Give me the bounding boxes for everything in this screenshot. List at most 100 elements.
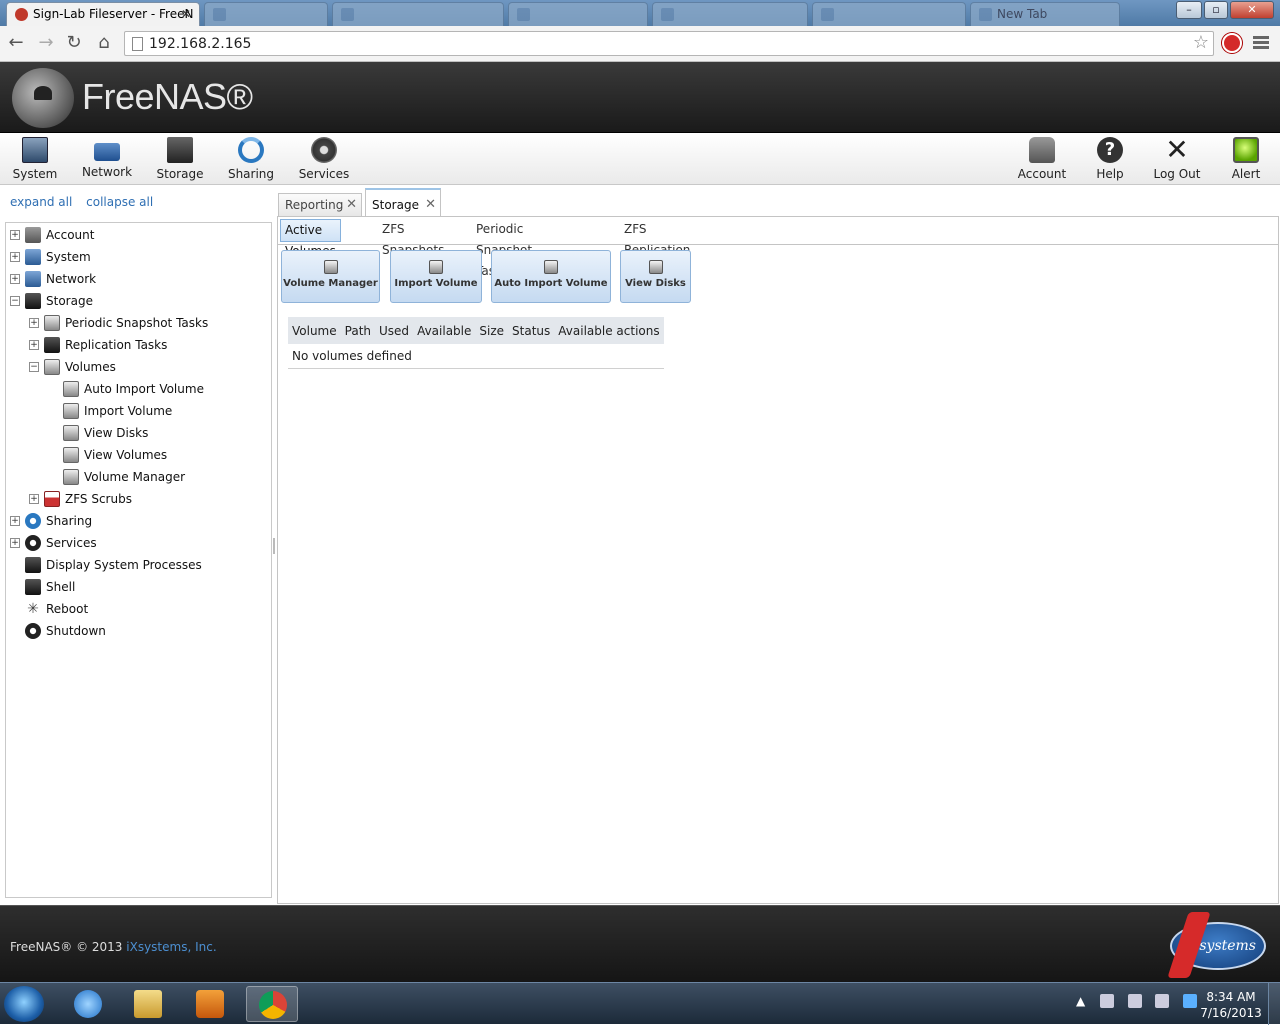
help-icon: ?	[1097, 137, 1123, 163]
expand-icon[interactable]: +	[29, 318, 39, 328]
nav-logout-button[interactable]: ✕ Log Out	[1150, 136, 1204, 183]
column-header[interactable]: Size	[475, 317, 509, 344]
system-icon	[22, 137, 48, 163]
reload-icon[interactable]: ↻	[62, 32, 86, 56]
nav-system-button[interactable]: System	[10, 137, 60, 183]
import-volume-button[interactable]: Import Volume	[390, 250, 482, 303]
home-icon[interactable]: ⌂	[92, 32, 116, 56]
tab-storage[interactable]: Storage ✕	[365, 188, 441, 217]
minimize-window-button[interactable]: –	[1176, 1, 1202, 19]
network-icon	[25, 271, 41, 287]
volume-manager-button[interactable]: Volume Manager	[281, 250, 380, 303]
page-favicon-icon	[213, 8, 226, 21]
address-bar[interactable]: ☆	[124, 31, 1214, 56]
view-disks-button[interactable]: View Disks	[620, 250, 691, 303]
taskbar-explorer[interactable]	[122, 986, 174, 1022]
browser-tab-title: Sign-Lab Fileserver - FreeN	[33, 7, 194, 21]
collapse-all-link[interactable]: collapse all	[86, 195, 153, 209]
expand-icon[interactable]: +	[29, 340, 39, 350]
action-center-flag-icon[interactable]	[1099, 993, 1114, 1008]
column-header[interactable]: Available	[413, 317, 476, 344]
taskbar-ie[interactable]	[62, 986, 114, 1022]
close-window-button[interactable]: ✕	[1230, 1, 1274, 19]
subtab-zfs-snapshots[interactable]: ZFS Snapshots	[378, 219, 448, 257]
tree-controls: expand all collapse all	[10, 195, 163, 209]
show-desktop-button[interactable]	[1268, 983, 1280, 1025]
close-tab-icon[interactable]: ✕	[181, 3, 191, 25]
expand-icon[interactable]: +	[10, 252, 20, 262]
taskbar-media-player[interactable]	[184, 986, 236, 1022]
network-tray-icon[interactable]	[1127, 993, 1142, 1008]
column-header[interactable]: Available actions	[554, 317, 664, 344]
subtab-periodic-snapshot-tasks[interactable]: Periodic Snapshot Tasks	[472, 219, 536, 278]
sharing-icon	[25, 513, 41, 529]
auto-import-volume-button[interactable]: Auto Import Volume	[491, 250, 611, 303]
account-icon	[1029, 137, 1055, 163]
browser-tab[interactable]	[812, 2, 966, 26]
media-player-icon	[196, 990, 224, 1018]
nav-account-button[interactable]: Account	[1014, 137, 1070, 183]
maximize-window-button[interactable]: ▫	[1204, 1, 1228, 19]
close-tab-icon[interactable]: ✕	[346, 194, 357, 216]
forward-icon[interactable]: →	[34, 32, 58, 56]
back-icon[interactable]: ←	[4, 32, 28, 56]
column-header[interactable]: Used	[375, 317, 414, 344]
replication-icon	[44, 337, 60, 353]
shutdown-power-icon	[25, 623, 41, 639]
view-disks-icon	[63, 425, 79, 441]
browser-tab[interactable]	[204, 2, 328, 26]
page-icon	[132, 37, 143, 51]
subtab-active-volumes[interactable]: Active Volumes	[280, 219, 341, 258]
calendar-icon	[44, 491, 60, 507]
expand-all-link[interactable]: expand all	[10, 195, 72, 209]
auto-import-icon	[63, 381, 79, 397]
volume-speaker-icon[interactable]	[1155, 993, 1170, 1008]
navigation-tree: + Account + System + Network − Storage +…	[5, 222, 272, 898]
expand-icon[interactable]: +	[10, 230, 20, 240]
panel-splitter-handle[interactable]	[273, 538, 275, 554]
collapse-icon[interactable]: −	[29, 362, 39, 372]
taskbar-chrome[interactable]	[246, 986, 298, 1022]
expand-icon[interactable]: +	[10, 538, 20, 548]
browser-tab[interactable]	[508, 2, 648, 26]
expand-icon[interactable]: +	[29, 494, 39, 504]
expand-icon[interactable]: +	[10, 274, 20, 284]
taskbar-clock[interactable]: 8:34 AM 7/16/2013	[1196, 989, 1266, 1021]
start-button-icon[interactable]	[4, 986, 44, 1022]
show-hidden-icons-icon[interactable]: ▲	[1076, 994, 1086, 1008]
nav-services-button[interactable]: Services	[296, 137, 352, 183]
tab-reporting[interactable]: Reporting ✕	[278, 193, 362, 217]
browser-tab-active[interactable]: Sign-Lab Fileserver - FreeN ✕	[6, 2, 200, 26]
extension-icon[interactable]	[1222, 33, 1242, 53]
volumes-table: Volume Path Used Available Size Status A…	[288, 317, 664, 369]
ixsystems-link[interactable]: iXsystems, Inc.	[126, 940, 216, 954]
freenas-nav-bar: System Network Storage Sharing Services …	[0, 133, 1280, 185]
browser-tab-new[interactable]: New Tab	[970, 2, 1120, 26]
browser-tab-strip: Sign-Lab Fileserver - FreeN ✕ New Tab – …	[0, 0, 1280, 26]
freenas-favicon-icon	[15, 8, 28, 21]
column-header[interactable]: Status	[508, 317, 555, 344]
page-favicon-icon	[517, 8, 530, 21]
clock-time: 8:34 AM	[1206, 990, 1256, 1004]
browser-tab[interactable]	[332, 2, 504, 26]
url-input[interactable]	[149, 34, 1179, 53]
browser-menu-icon[interactable]	[1253, 34, 1269, 52]
snapshot-clock-icon	[44, 315, 60, 331]
nav-help-button[interactable]: ? Help	[1092, 137, 1128, 183]
table-row: No volumes defined	[288, 344, 664, 369]
nav-storage-button[interactable]: Storage	[154, 137, 206, 183]
freenas-logo-icon	[12, 68, 74, 128]
subtab-zfs-replication[interactable]: ZFS Replication	[620, 219, 694, 257]
page-favicon-icon	[341, 8, 354, 21]
nav-network-button[interactable]: Network	[80, 137, 134, 183]
empty-table-message: No volumes defined	[288, 344, 664, 369]
bookmark-star-icon[interactable]: ☆	[1193, 32, 1209, 53]
column-header[interactable]: Path	[340, 317, 376, 344]
browser-tab[interactable]	[652, 2, 808, 26]
expand-icon[interactable]: +	[10, 516, 20, 526]
nav-alert-button[interactable]: Alert	[1226, 137, 1266, 183]
nav-sharing-button[interactable]: Sharing	[226, 137, 276, 183]
reboot-icon: ✳	[27, 601, 39, 617]
collapse-icon[interactable]: −	[10, 296, 20, 306]
column-header[interactable]: Volume	[288, 317, 341, 344]
